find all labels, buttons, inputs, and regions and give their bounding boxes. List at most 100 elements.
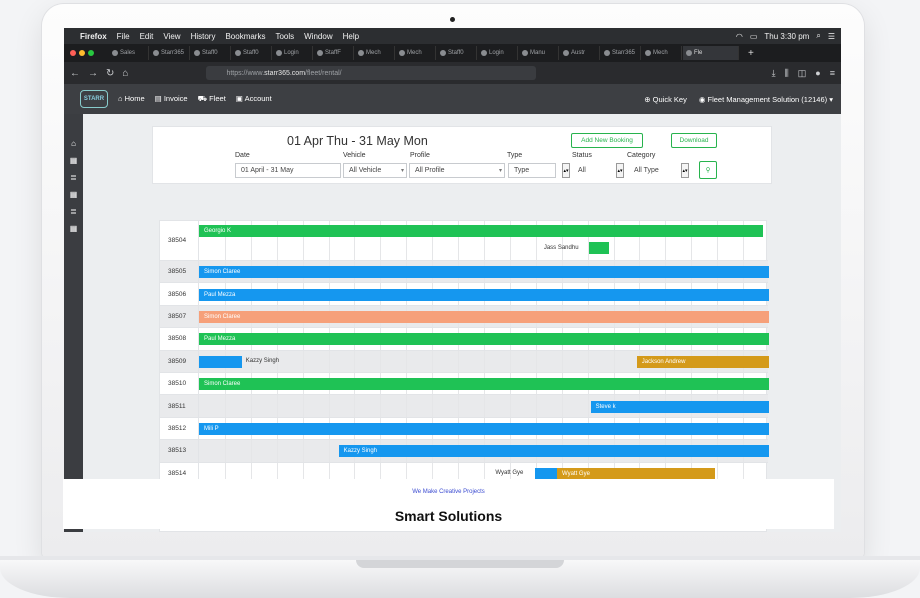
minimize-window-icon[interactable]: [79, 50, 85, 56]
quick-key-link[interactable]: ⊕ Quick Key: [644, 95, 687, 104]
booking-bar[interactable]: Jackson Andrew: [636, 355, 769, 368]
browser-tab[interactable]: Sales: [109, 46, 149, 60]
timeline-cells[interactable]: Simon Claree: [198, 373, 769, 395]
booking-bar[interactable]: Georgio K: [199, 225, 764, 237]
timeline-cells[interactable]: Steve k: [198, 395, 769, 417]
browser-tab[interactable]: Starr365: [601, 46, 641, 60]
app-nav-label: Invoice: [163, 94, 188, 103]
menu-history[interactable]: History: [191, 32, 216, 41]
reload-icon[interactable]: ↻: [106, 68, 114, 79]
browser-tab[interactable]: Mech: [396, 46, 436, 60]
app-nav-account[interactable]: ▣ Account: [236, 94, 272, 104]
timeline-cells[interactable]: Georgio K Jass Sandhu: [198, 221, 768, 260]
timeline-cells[interactable]: Simon Claree: [198, 261, 769, 283]
timeline-cells[interactable]: Paul Mezza: [198, 328, 769, 350]
booking-bar[interactable]: Simon Claree: [199, 310, 769, 323]
add-new-booking-button[interactable]: Add New Booking: [571, 133, 643, 148]
browser-tab[interactable]: Austr: [560, 46, 600, 60]
url-bar[interactable]: https://www. starr365.com/fleet/rental/: [206, 66, 537, 80]
timeline-cells[interactable]: Mili P: [198, 417, 769, 440]
browser-tab-label: Login: [284, 50, 299, 56]
home-browser-icon[interactable]: ⌂: [122, 68, 128, 79]
booking-bar[interactable]: [199, 355, 242, 368]
wifi-icon[interactable]: ◠: [736, 32, 743, 41]
extension-icon[interactable]: ●: [815, 68, 820, 79]
booking-bar[interactable]: [535, 467, 557, 480]
control-center-icon[interactable]: ☰: [828, 32, 835, 41]
timeline-cells[interactable]: Paul Mezza: [198, 283, 769, 305]
forward-icon[interactable]: →: [88, 68, 98, 79]
browser-tab[interactable]: Login: [273, 46, 313, 60]
browser-tab[interactable]: Mech: [355, 46, 395, 60]
clock[interactable]: Thu 3:30 pm: [764, 32, 809, 41]
app-nav-home[interactable]: ⌂ Home: [118, 94, 145, 104]
booking-customer-label[interactable]: Kazzy Singh: [246, 358, 279, 364]
category-dropdown-toggle[interactable]: ▴▾: [681, 163, 689, 178]
zoom-window-icon[interactable]: [88, 50, 94, 56]
menu-window[interactable]: Window: [304, 32, 332, 41]
new-tab-icon[interactable]: +: [748, 48, 754, 59]
status-select[interactable]: All: [573, 163, 617, 178]
booking-bar[interactable]: Simon Claree: [199, 266, 769, 279]
profile-select[interactable]: All Profile ▾: [409, 163, 505, 178]
type-dropdown-toggle[interactable]: ▴▾: [562, 163, 570, 178]
timeline-cells[interactable]: Simon Claree: [198, 305, 769, 328]
location-filter-button[interactable]: ⚲: [699, 161, 717, 179]
booking-customer-label[interactable]: Wyatt Gye: [495, 470, 523, 476]
sidebar-bookings-icon[interactable]: ▦: [70, 225, 78, 233]
spotlight-icon[interactable]: ⌕: [816, 31, 820, 41]
booking-bar[interactable]: [589, 242, 610, 254]
booking-bar[interactable]: Wyatt Gye: [556, 467, 715, 480]
booking-bar[interactable]: Kazzy Singh: [338, 445, 769, 458]
browser-tab[interactable]: Manu: [519, 46, 559, 60]
browser-tab[interactable]: Mech: [642, 46, 682, 60]
booking-bar[interactable]: Steve k: [590, 400, 769, 413]
battery-icon[interactable]: ▭: [750, 32, 758, 41]
menu-tools[interactable]: Tools: [275, 32, 294, 41]
booking-customer-label[interactable]: Jass Sandhu: [544, 245, 579, 251]
menu-view[interactable]: View: [163, 32, 180, 41]
company-logo[interactable]: STARR: [80, 90, 108, 108]
timeline-cells[interactable]: Kazzy Singh: [198, 440, 769, 462]
booking-bar[interactable]: Simon Claree: [199, 378, 769, 391]
category-select[interactable]: All Type: [629, 163, 681, 178]
menu-help[interactable]: Help: [343, 32, 359, 41]
browser-tab[interactable]: Staff0: [437, 46, 477, 60]
status-dropdown-toggle[interactable]: ▴▾: [616, 163, 624, 178]
menu-app-name[interactable]: Firefox: [80, 32, 107, 41]
menu-bookmarks[interactable]: Bookmarks: [225, 32, 265, 41]
type-select[interactable]: Type: [508, 163, 556, 178]
sidebar-list-icon[interactable]: ≣: [70, 174, 78, 182]
download-button[interactable]: Download: [671, 133, 717, 148]
booking-bar[interactable]: Paul Mezza: [199, 288, 769, 301]
back-icon[interactable]: ←: [70, 68, 80, 79]
date-range-value: 01 April - 31 May: [241, 167, 294, 174]
menu-edit[interactable]: Edit: [140, 32, 154, 41]
menu-icon[interactable]: ≡: [830, 68, 835, 79]
library-icon[interactable]: ⫼: [785, 68, 789, 79]
company-dropdown[interactable]: ◉ Fleet Management Solution (12146) ▾: [699, 95, 833, 104]
app-nav-fleet[interactable]: ⛟ Fleet: [198, 94, 226, 104]
sidebar-schedule-icon[interactable]: ▦: [70, 191, 78, 199]
browser-tab[interactable]: Staff0: [191, 46, 231, 60]
sidebar-toggle-icon[interactable]: ◫: [798, 68, 807, 79]
table-row: 38510 Simon Claree: [160, 373, 769, 396]
menu-file[interactable]: File: [117, 32, 130, 41]
date-range-input[interactable]: 01 April - 31 May: [235, 163, 341, 178]
day-divider: [561, 395, 563, 417]
sidebar-calendar-icon[interactable]: ▦: [70, 157, 78, 165]
app-nav-invoice[interactable]: ▤ Invoice: [155, 94, 188, 104]
sidebar-report-icon[interactable]: ≣: [70, 208, 78, 216]
browser-tab[interactable]: StaffF: [314, 46, 354, 60]
browser-tab[interactable]: Login: [478, 46, 518, 60]
download-icon[interactable]: ⤓: [772, 68, 776, 79]
browser-tab[interactable]: Staff0: [232, 46, 272, 60]
close-window-icon[interactable]: [70, 50, 76, 56]
vehicle-select[interactable]: All Vehicle ▾: [343, 163, 407, 178]
timeline-cells[interactable]: Jackson Andrew Kazzy Singh: [198, 350, 769, 372]
browser-tab[interactable]: Starr365: [150, 46, 190, 60]
browser-tab[interactable]: Fle: [683, 46, 739, 60]
booking-bar[interactable]: Paul Mezza: [199, 333, 769, 346]
sidebar-home-icon[interactable]: ⌂: [70, 140, 78, 148]
booking-bar[interactable]: Mili P: [199, 422, 769, 435]
